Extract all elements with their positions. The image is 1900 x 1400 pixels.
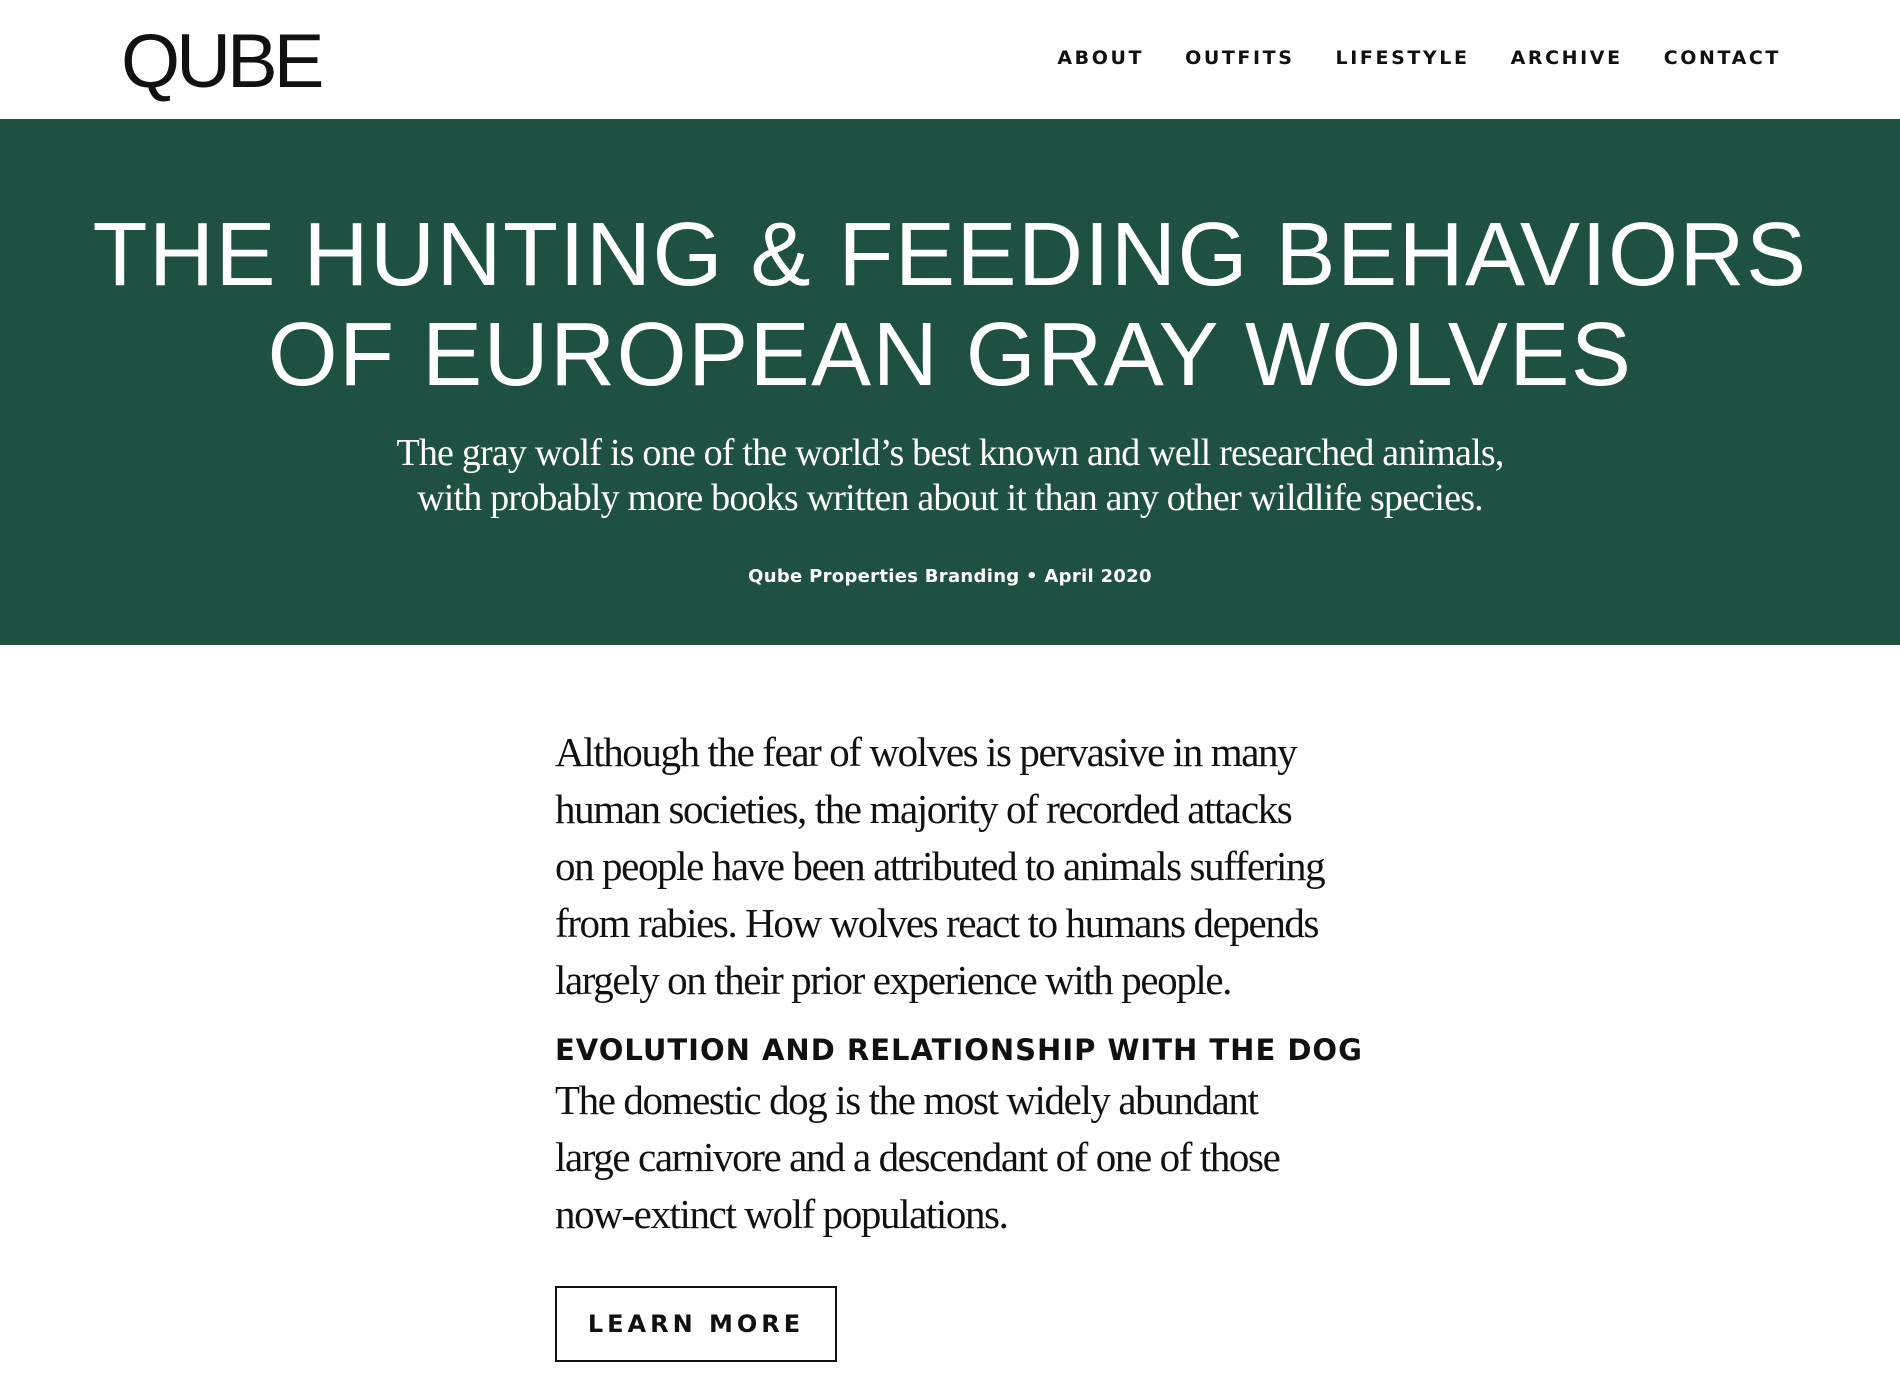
lead-line: from rabies. How wolves react to humans … [555, 900, 1319, 946]
learn-more-button[interactable]: LEARN MORE [555, 1286, 837, 1362]
nav-item-lifestyle[interactable]: LIFESTYLE [1336, 46, 1470, 70]
hero-subtitle: The gray wolf is one of the world’s best… [0, 431, 1900, 521]
post-meta: Qube Properties Branding • April 2020 [748, 566, 1152, 587]
site-header: QUBE ABOUT OUTFITS LIFESTYLE ARCHIVE CON… [0, 0, 1900, 119]
section-heading: EVOLUTION AND RELATIONSHIP WITH THE DOG [555, 1033, 1363, 1067]
hero-subtitle-line: The gray wolf is one of the world’s best… [396, 432, 1504, 474]
nav-item-about[interactable]: ABOUT [1057, 46, 1144, 70]
lead-line: human societies, the majority of recorde… [555, 786, 1293, 832]
page-title: THE HUNTING & FEEDING BEHAVIORS OF EUROP… [0, 205, 1900, 405]
lead-paragraph: Although the fear of wolves is pervasive… [555, 724, 1355, 1009]
body-paragraph: The domestic dog is the most widely abun… [555, 1072, 1355, 1243]
nav-item-outfits[interactable]: OUTFITS [1185, 46, 1294, 70]
page-title-line: OF EUROPEAN GRAY WOLVES [267, 305, 1633, 405]
lead-line: on people have been attributed to animal… [555, 843, 1326, 889]
lead-line: Although the fear of wolves is pervasive… [555, 729, 1298, 775]
page-title-line: THE HUNTING & FEEDING BEHAVIORS [92, 205, 1808, 305]
main-nav: ABOUT OUTFITS LIFESTYLE ARCHIVE CONTACT [1057, 46, 1781, 70]
site-logo[interactable]: QUBE [121, 24, 324, 100]
hero-banner: THE HUNTING & FEEDING BEHAVIORS OF EUROP… [0, 119, 1900, 645]
nav-item-archive[interactable]: ARCHIVE [1511, 46, 1623, 70]
body-line: The domestic dog is the most widely abun… [555, 1077, 1259, 1123]
lead-line: largely on their prior experience with p… [555, 957, 1232, 1003]
hero-subtitle-line: with probably more books written about i… [417, 477, 1484, 519]
nav-item-contact[interactable]: CONTACT [1664, 46, 1781, 70]
article-body: Although the fear of wolves is pervasive… [555, 724, 1363, 1243]
body-line: large carnivore and a descendant of one … [555, 1134, 1281, 1180]
body-line: now-extinct wolf populations. [555, 1191, 1009, 1237]
